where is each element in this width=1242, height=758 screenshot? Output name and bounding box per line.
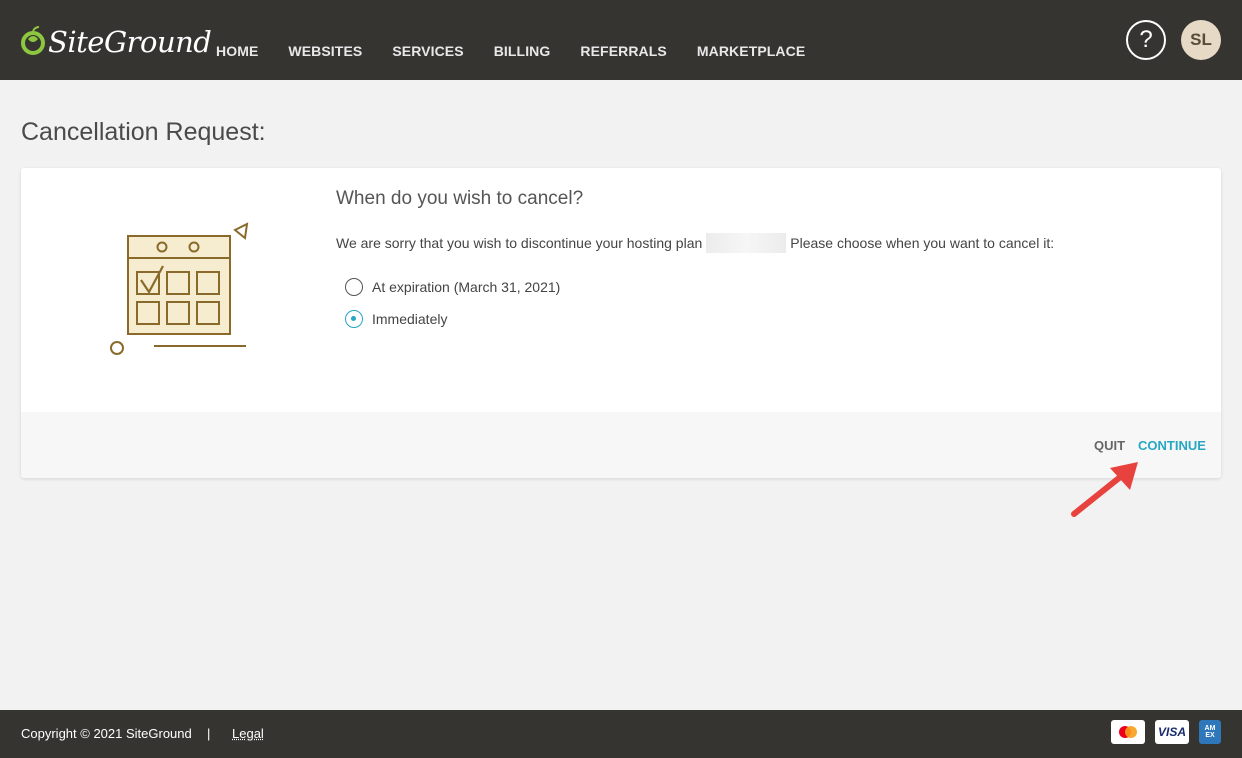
legal-link[interactable]: Legal xyxy=(232,726,264,741)
siteground-logo[interactable]: SiteGround xyxy=(20,24,212,60)
redacted-plan-name xyxy=(706,233,787,253)
option-at-expiration[interactable]: At expiration (March 31, 2021) xyxy=(345,278,560,296)
cancellation-card: When do you wish to cancel? We are sorry… xyxy=(21,168,1221,478)
annotation-arrow-icon xyxy=(1071,462,1138,517)
radio-immediately[interactable] xyxy=(345,310,363,328)
nav-billing[interactable]: BILLING xyxy=(494,43,551,59)
main-nav: HOME WEBSITES SERVICES BILLING REFERRALS… xyxy=(216,0,835,80)
page-title: Cancellation Request: xyxy=(21,118,266,146)
help-icon[interactable]: ? xyxy=(1126,20,1166,60)
quit-button[interactable]: QUIT xyxy=(1094,438,1125,453)
desc-text-before: We are sorry that you wish to discontinu… xyxy=(336,235,703,251)
siteground-logo-icon xyxy=(21,26,45,55)
cancel-description: We are sorry that you wish to discontinu… xyxy=(336,233,1054,253)
nav-websites[interactable]: WEBSITES xyxy=(288,43,362,59)
nav-services[interactable]: SERVICES xyxy=(392,43,463,59)
continue-button[interactable]: CONTINUE xyxy=(1138,438,1206,453)
top-navigation-bar: SiteGround HOME WEBSITES SERVICES BILLIN… xyxy=(0,0,1242,80)
footer-separator: | xyxy=(207,726,211,741)
visa-icon: VISA xyxy=(1155,720,1189,744)
amex-icon: AM EX xyxy=(1199,720,1221,744)
option-label: At expiration (March 31, 2021) xyxy=(372,279,561,295)
nav-home[interactable]: HOME xyxy=(216,43,258,59)
cancel-question: When do you wish to cancel? xyxy=(336,188,584,209)
calendar-illustration-icon xyxy=(110,222,249,355)
nav-marketplace[interactable]: MARKETPLACE xyxy=(697,43,805,59)
page-footer: Copyright © 2021 SiteGround | Legal VISA… xyxy=(0,710,1242,758)
copyright-text: Copyright © 2021 SiteGround xyxy=(21,726,192,741)
option-immediately[interactable]: Immediately xyxy=(345,310,447,328)
payment-methods: VISA AM EX xyxy=(1111,720,1221,744)
radio-at-expiration[interactable] xyxy=(345,278,363,296)
nav-referrals[interactable]: REFERRALS xyxy=(580,43,666,59)
logo-text: SiteGround xyxy=(48,25,212,59)
option-label: Immediately xyxy=(372,311,448,327)
mastercard-icon xyxy=(1111,720,1145,744)
card-actions: QUIT CONTINUE xyxy=(21,412,1221,478)
desc-text-after: Please choose when you want to cancel it… xyxy=(790,235,1055,251)
avatar[interactable]: SL xyxy=(1181,20,1221,60)
